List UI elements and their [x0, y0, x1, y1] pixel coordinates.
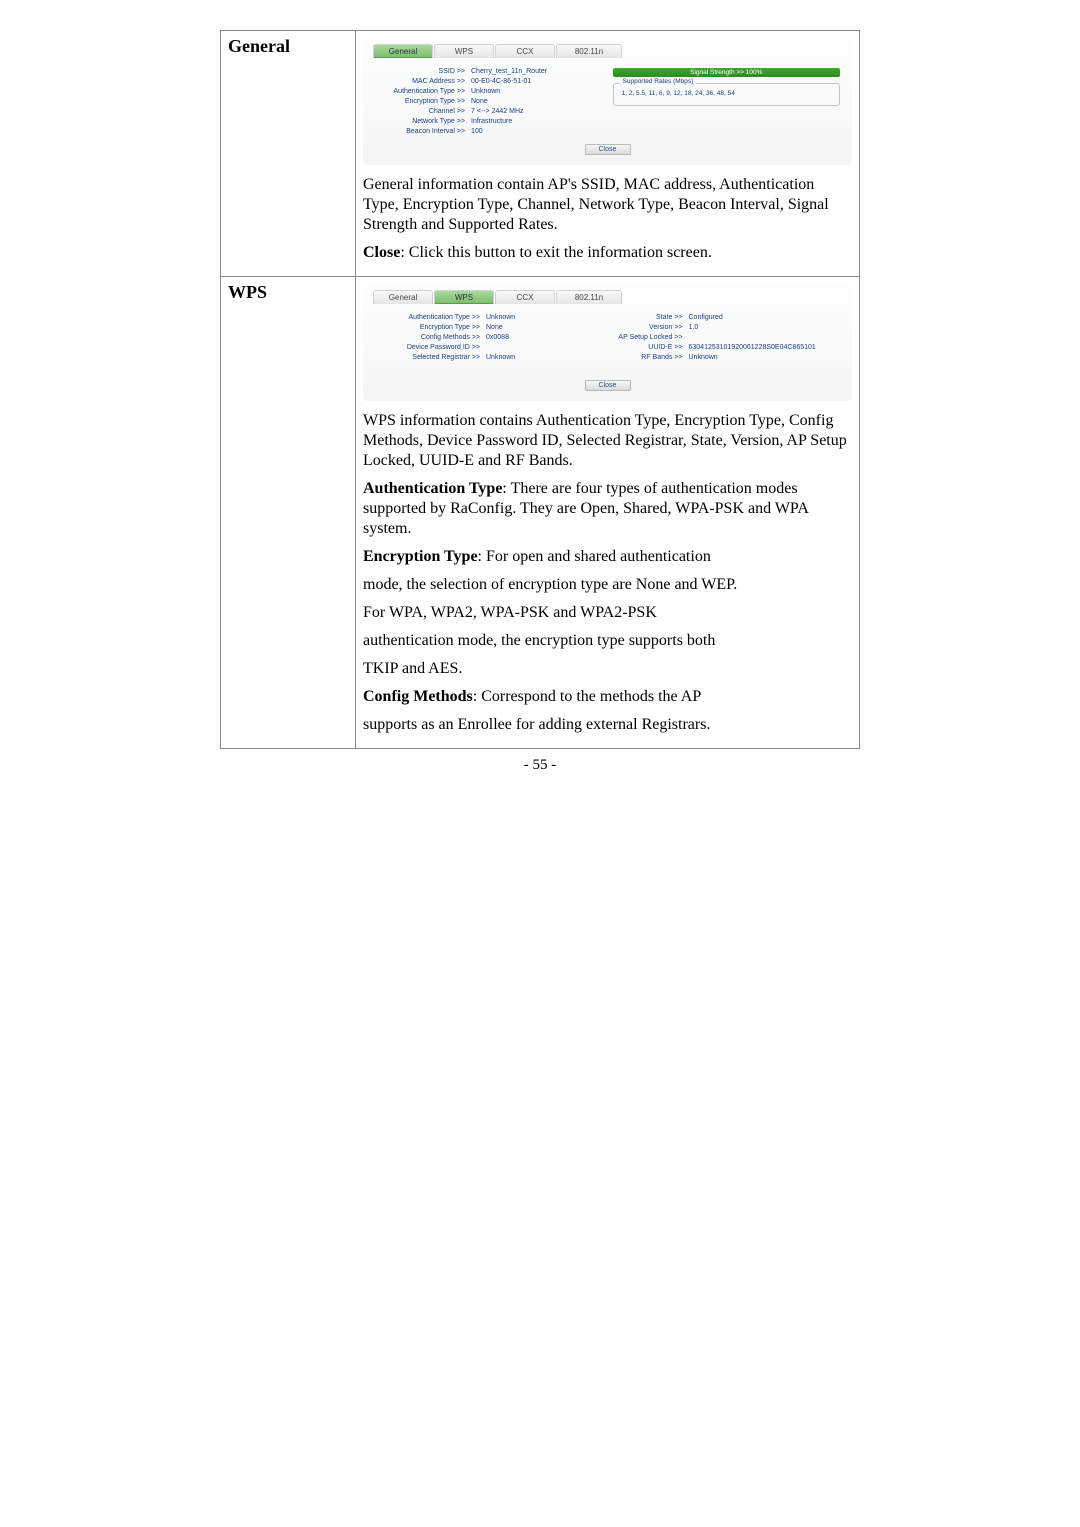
label-wps-version: Version >> — [613, 324, 689, 331]
close-button[interactable]: Close — [585, 380, 631, 391]
supported-rates-fieldset: Supported Rates (Mbps) 1, 2, 5.5, 11, 6,… — [613, 83, 841, 106]
general-description: General information contain AP's SSID, M… — [363, 175, 852, 263]
general-desc-p1: General information contain AP's SSID, M… — [363, 175, 852, 235]
tab-general[interactable]: General — [373, 44, 433, 58]
label-enc: Encryption Type >> — [375, 98, 471, 105]
value-wps-rfbands: Unknown — [689, 354, 841, 361]
wps-left-column: Authentication Type >>Unknown Encryption… — [375, 314, 603, 364]
tab-bar: General WPS CCX 802.11n — [363, 36, 852, 58]
wps-description: WPS information contains Authentication … — [363, 411, 852, 735]
tab-wps[interactable]: WPS — [434, 44, 494, 58]
label-wps-auth: Authentication Type >> — [375, 314, 486, 321]
page-number: - 55 - — [220, 757, 860, 774]
wps-desc-enc-l5: TKIP and AES. — [363, 659, 852, 679]
wps-desc-enc-l2: mode, the selection of encryption type a… — [363, 575, 852, 595]
value-wps-uuid: 63041253101920061228S0E04C865101 — [689, 344, 841, 351]
spec-table: General General WPS CCX 802.11n SSID >>C… — [220, 30, 860, 749]
label-wps-state: State >> — [613, 314, 689, 321]
tab-wps[interactable]: WPS — [434, 290, 494, 304]
table-row-wps: WPS General WPS CCX 802.11n Authenticati… — [221, 277, 860, 749]
general-panel: General WPS CCX 802.11n SSID >>Cherry_te… — [363, 36, 852, 165]
wps-desc-enc-l4: authentication mode, the encryption type… — [363, 631, 852, 651]
general-desc-close: Close: Click this button to exit the inf… — [363, 243, 852, 263]
wps-desc-cfg-l1: Config Methods: Correspond to the method… — [363, 687, 852, 707]
value-wps-selreg: Unknown — [486, 354, 603, 361]
label-wps-uuid: UUID-E >> — [613, 344, 689, 351]
value-wps-config: 0x0088 — [486, 334, 603, 341]
value-ssid: Cherry_test_11n_Router — [471, 68, 603, 75]
general-right-column: Signal Strength >> 100% Supported Rates … — [613, 68, 841, 138]
general-left-column: SSID >>Cherry_test_11n_Router MAC Addres… — [375, 68, 603, 138]
label-wps-config: Config Methods >> — [375, 334, 486, 341]
panel-body: SSID >>Cherry_test_11n_Router MAC Addres… — [363, 58, 852, 165]
label-channel: Channel >> — [375, 108, 471, 115]
label-beacon: Beacon Interval >> — [375, 128, 471, 135]
value-wps-version: 1.0 — [689, 324, 841, 331]
close-button[interactable]: Close — [585, 144, 631, 155]
label-wps-enc: Encryption Type >> — [375, 324, 486, 331]
value-auth: Unknown — [471, 88, 603, 95]
value-wps-state: Configured — [689, 314, 841, 321]
wps-desc-enc-l3: For WPA, WPA2, WPA-PSK and WPA2-PSK — [363, 603, 852, 623]
document-page: General General WPS CCX 802.11n SSID >>C… — [0, 0, 1080, 794]
row-content-general: General WPS CCX 802.11n SSID >>Cherry_te… — [356, 31, 860, 277]
label-wps-selreg: Selected Registrar >> — [375, 354, 486, 361]
value-beacon: 100 — [471, 128, 603, 135]
row-content-wps: General WPS CCX 802.11n Authentication T… — [356, 277, 860, 749]
label-ssid: SSID >> — [375, 68, 471, 75]
label-wps-aplock: AP Setup Locked >> — [613, 334, 689, 341]
row-label-general: General — [221, 31, 356, 277]
rates-legend: Supported Rates (Mbps) — [620, 78, 697, 85]
tab-80211n[interactable]: 802.11n — [556, 44, 622, 58]
label-wps-devpw: Device Password ID >> — [375, 344, 486, 351]
label-wps-rfbands: RF Bands >> — [613, 354, 689, 361]
table-row-general: General General WPS CCX 802.11n SSID >>C… — [221, 31, 860, 277]
label-ntype: Network Type >> — [375, 118, 471, 125]
tab-bar: General WPS CCX 802.11n — [363, 282, 852, 304]
tab-ccx[interactable]: CCX — [495, 44, 555, 58]
value-mac: 00-E0-4C-86-51-01 — [471, 78, 603, 85]
rates-value: 1, 2, 5.5, 11, 6, 9, 12, 18, 24, 36, 48,… — [622, 90, 832, 97]
tab-general[interactable]: General — [373, 290, 433, 304]
wps-desc-p1: WPS information contains Authentication … — [363, 411, 852, 471]
value-ntype: Infrastructure — [471, 118, 603, 125]
row-label-wps: WPS — [221, 277, 356, 749]
wps-panel: General WPS CCX 802.11n Authentication T… — [363, 282, 852, 401]
tab-80211n[interactable]: 802.11n — [556, 290, 622, 304]
value-enc: None — [471, 98, 603, 105]
label-auth: Authentication Type >> — [375, 88, 471, 95]
wps-desc-enc-l1: Encryption Type: For open and shared aut… — [363, 547, 852, 567]
signal-strength-bar: Signal Strength >> 100% — [613, 68, 841, 77]
value-channel: 7 <--> 2442 MHz — [471, 108, 603, 115]
label-mac: MAC Address >> — [375, 78, 471, 85]
value-wps-auth: Unknown — [486, 314, 603, 321]
panel-body: Authentication Type >>Unknown Encryption… — [363, 304, 852, 401]
wps-desc-cfg-l2: supports as an Enrollee for adding exter… — [363, 715, 852, 735]
wps-right-column: State >>Configured Version >>1.0 AP Setu… — [613, 314, 841, 364]
value-wps-enc: None — [486, 324, 603, 331]
tab-ccx[interactable]: CCX — [495, 290, 555, 304]
wps-desc-auth: Authentication Type: There are four type… — [363, 479, 852, 539]
